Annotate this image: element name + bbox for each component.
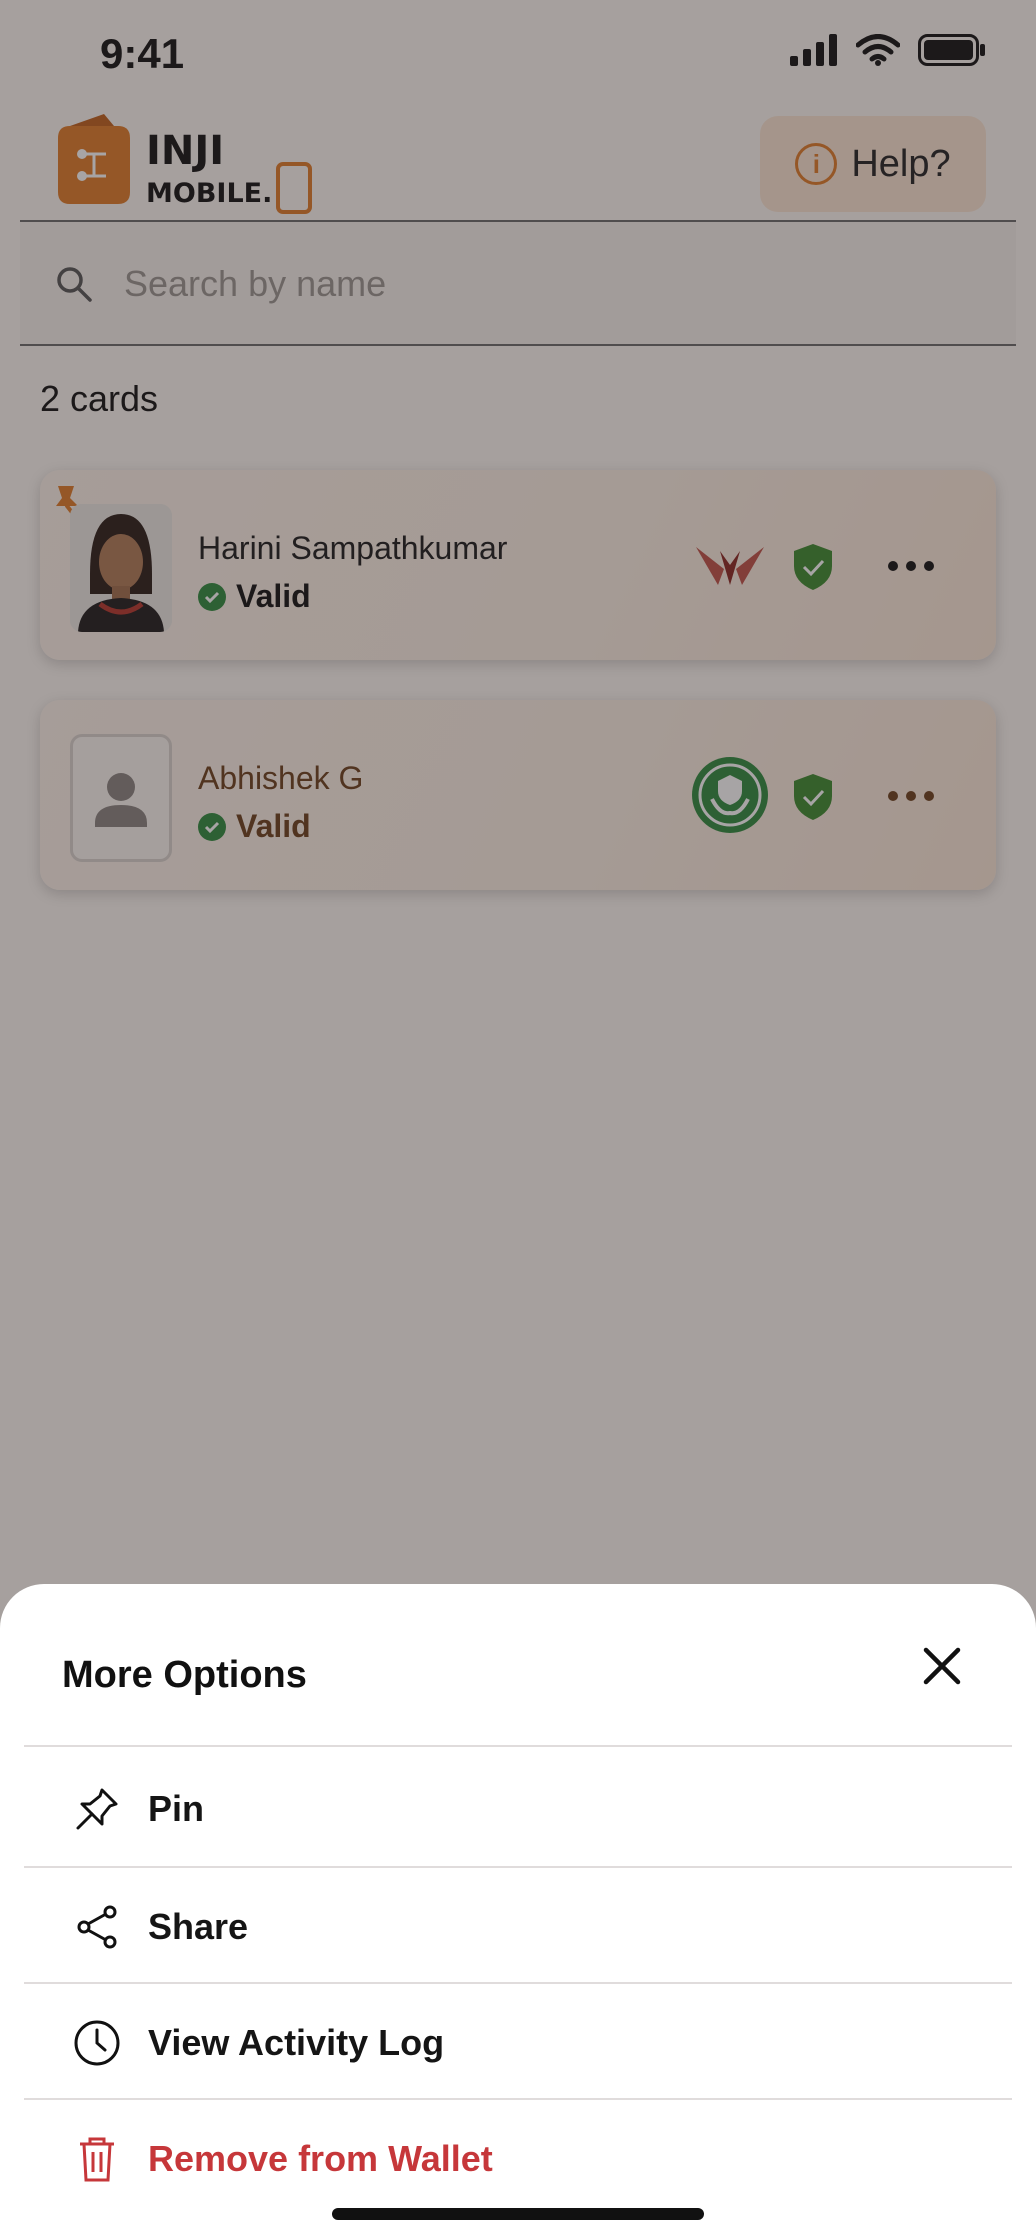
pin-icon [76, 1788, 118, 1830]
sheet-title: More Options [62, 1654, 307, 1696]
sheet-divider [24, 1982, 1012, 1984]
option-label: Pin [148, 1788, 205, 1829]
sheet-divider [24, 1745, 1012, 1747]
option-label: View Activity Log [148, 2022, 445, 2063]
option-share[interactable]: Share [24, 1870, 1012, 1984]
option-label: Remove from Wallet [148, 2138, 493, 2179]
wallet-screen: 9:41 INJI MOBILE. i Help? Search by name… [0, 0, 1036, 2240]
sheet-divider [24, 2098, 1012, 2100]
home-indicator [332, 2208, 704, 2220]
option-remove-from-wallet[interactable]: Remove from Wallet [24, 2102, 1012, 2216]
trash-icon [80, 2137, 114, 2182]
close-icon[interactable] [910, 1634, 974, 1698]
sheet-divider [24, 1866, 1012, 1868]
option-label: Share [148, 1906, 249, 1947]
option-pin[interactable]: Pin [24, 1752, 1012, 1866]
more-options-sheet: More Options Pin Share View Activity Log… [0, 1584, 1036, 2240]
clock-icon [74, 2020, 120, 2066]
option-view-activity-log[interactable]: View Activity Log [24, 1986, 1012, 2100]
share-icon [77, 1905, 117, 1949]
